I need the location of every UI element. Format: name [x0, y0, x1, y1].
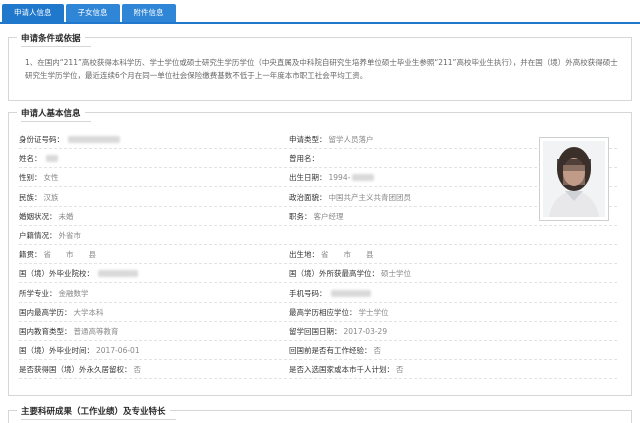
conditions-text: 1、在国内“211”高校获得本科学历、学士学位或硕士研究生学历学位（中央直属及中… — [25, 58, 618, 80]
field-label: 身份证号码： — [19, 135, 64, 144]
field-label: 申请类型： — [289, 135, 327, 144]
achievements-title: 主要科研成果（工作业绩）及专业特长 — [17, 405, 176, 420]
field-label: 留学回国日期： — [289, 327, 342, 336]
info-field: 最高学历相应学位： 学士学位 — [289, 303, 389, 322]
info-field: 回国前是否有工作经验：否 — [289, 341, 381, 360]
info-field: 国（境）外毕业时间： 2017-06-01 — [19, 341, 140, 360]
field-value: 省 市 县 — [43, 250, 97, 260]
basic-info-title: 申请人基本信息 — [17, 107, 90, 122]
info-row: 所学专业： 金融数学 手机号码： — [19, 284, 631, 303]
info-row: 国（境）外毕业院校： 国（境）外所获最高学位： 硕士学位 — [19, 264, 631, 284]
field-value: 普通高等教育 — [73, 327, 119, 336]
field-label: 回国前是否有工作经验： — [289, 346, 372, 356]
field-label: 出生日期： — [289, 173, 327, 183]
field-value: 外省市 — [58, 231, 82, 240]
field-label: 职务： — [289, 211, 312, 221]
field-label: 国内教育类型： — [19, 327, 72, 336]
info-field: 民族： 汉族 — [19, 188, 59, 207]
field-label: 国内最高学历： — [19, 307, 72, 317]
field-value: 否 — [373, 346, 382, 356]
info-field: 国（境）外毕业院校： — [19, 264, 138, 283]
tab-2[interactable]: 附件信息 — [121, 4, 176, 22]
field-label: 最高学历相应学位： — [289, 307, 357, 317]
field-label: 政治面貌： — [289, 192, 327, 202]
field-label: 出生地： — [289, 250, 319, 260]
field-label: 婚姻状况： — [19, 211, 57, 221]
info-row: 是否获得国（境）外永久居留权：否是否入选国家或本市千人计划：否 — [19, 360, 631, 380]
field-value: 大学本科 — [73, 307, 104, 317]
info-field: 出生日期： 1994- — [289, 168, 375, 187]
redacted-value — [68, 136, 120, 143]
info-field: 申请类型： 留学人员落户 — [289, 130, 374, 149]
info-field: 是否入选国家或本市千人计划：否 — [289, 360, 404, 379]
info-row: 国（境）外毕业时间： 2017-06-01 回国前是否有工作经验：否 — [19, 341, 631, 361]
field-label: 是否获得国（境）外永久居留权： — [19, 365, 132, 375]
field-label: 姓名： — [19, 154, 42, 164]
photo-placeholder — [543, 141, 605, 217]
field-value: 硕士学位 — [381, 269, 411, 279]
avatar-silhouette-icon — [549, 147, 599, 217]
redacted-value — [45, 155, 58, 163]
info-field: 性别： 女性 — [19, 168, 59, 187]
field-label: 性别： — [19, 173, 42, 183]
field-value: 汉族 — [43, 192, 59, 202]
info-field: 国（境）外所获最高学位： 硕士学位 — [289, 264, 411, 283]
info-row: 籍贯：省 市 县出生地：省 市 县 — [19, 245, 631, 265]
conditions-title: 申请条件或依据 — [17, 32, 90, 47]
info-field: 是否获得国（境）外永久居留权：否 — [19, 360, 141, 379]
field-value: 留学人员落户 — [328, 135, 374, 144]
info-field: 户籍情况： 外省市 — [19, 226, 81, 245]
info-field: 曾用名： — [289, 149, 321, 168]
info-field: 所学专业： 金融数学 — [19, 284, 89, 303]
field-label: 国（境）外毕业时间： — [19, 346, 94, 356]
field-label: 是否入选国家或本市千人计划： — [289, 365, 394, 375]
field-label: 籍贯： — [19, 250, 42, 260]
info-field: 手机号码： — [289, 284, 371, 303]
redacted-value — [352, 174, 375, 182]
field-value: 未婚 — [58, 211, 74, 221]
info-field: 籍贯：省 市 县 — [19, 245, 96, 264]
info-field: 留学回国日期： 2017-03-29 — [289, 322, 387, 341]
redacted-value — [330, 289, 371, 297]
info-row: 国内最高学历： 大学本科 最高学历相应学位： 学士学位 — [19, 303, 631, 322]
info-field: 国内最高学历： 大学本科 — [19, 303, 104, 322]
info-row: 户籍情况： 外省市 — [19, 226, 631, 245]
conditions-panel: 申请条件或依据 1、在国内“211”高校获得本科学历、学士学位或硕士研究生学历学… — [8, 32, 632, 101]
info-field: 政治面貌： 中国共产主义共青团团员 — [289, 188, 411, 207]
field-label: 国（境）外毕业院校： — [19, 269, 94, 279]
info-field: 职务： 客户经理 — [289, 207, 344, 226]
redacted-value — [98, 270, 138, 278]
field-label: 所学专业： — [19, 288, 57, 298]
tab-underline — [0, 22, 640, 24]
field-label: 民族： — [19, 192, 42, 202]
info-field: 姓名： — [19, 149, 58, 168]
field-value: 2017-03-29 — [343, 327, 388, 336]
info-field: 婚姻状况： 未婚 — [19, 207, 74, 226]
field-label: 曾用名： — [289, 154, 319, 164]
tab-0[interactable]: 申请人信息 — [2, 4, 64, 22]
info-field: 出生地：省 市 县 — [289, 245, 374, 264]
field-value: 1994- — [328, 173, 351, 183]
field-value: 省 市 县 — [321, 250, 374, 260]
info-field: 身份证号码： — [19, 130, 120, 149]
field-value: 女性 — [43, 173, 59, 183]
field-value: 金融数学 — [58, 288, 89, 298]
field-value: 否 — [133, 365, 142, 375]
applicant-photo — [539, 137, 609, 221]
field-value: 客户经理 — [313, 211, 344, 221]
field-value: 学士学位 — [358, 307, 389, 317]
tab-1[interactable]: 子女信息 — [65, 4, 120, 22]
field-label: 户籍情况： — [19, 231, 57, 240]
field-label: 手机号码： — [289, 288, 327, 298]
info-field: 国内教育类型： 普通高等教育 — [19, 322, 119, 341]
field-value: 中国共产主义共青团团员 — [328, 192, 412, 202]
field-value: 否 — [396, 365, 404, 375]
tab-bar: 申请人信息 子女信息 附件信息 — [2, 4, 176, 22]
field-label: 国（境）外所获最高学位： — [289, 269, 379, 279]
basic-info-panel: 申请人基本信息 身份证号码： 申请类型： 留学人员落户姓名： 曾用名： 性别： 女性 出生日… — [8, 107, 632, 396]
achievements-panel: 主要科研成果（工作业绩）及专业特长 — [8, 405, 632, 423]
field-value: 2017-06-01 — [96, 346, 140, 356]
info-row: 国内教育类型： 普通高等教育 留学回国日期： 2017-03-29 — [19, 322, 631, 341]
